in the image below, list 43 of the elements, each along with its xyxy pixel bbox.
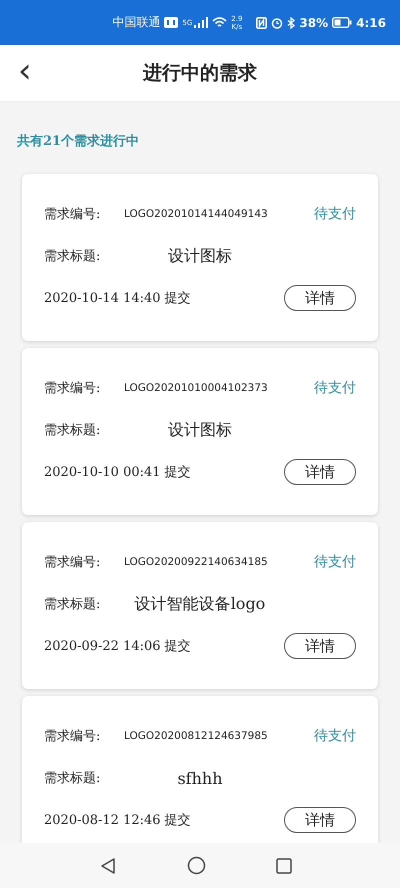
carrier-text: 中国联通 bbox=[112, 14, 160, 31]
submit-time: 2020-10-10 00:41 提交 bbox=[44, 464, 192, 481]
order-status: 待支付 bbox=[314, 553, 356, 571]
page-title: 进行中的需求 bbox=[143, 61, 257, 86]
back-nav-icon[interactable] bbox=[98, 856, 116, 874]
submit-time: 2020-10-14 14:40 提交 bbox=[44, 290, 192, 307]
order-status: 待支付 bbox=[314, 727, 356, 745]
order-title: 设计智能设备logo bbox=[134, 594, 266, 614]
details-button[interactable]: 详情 bbox=[284, 459, 356, 485]
field-label: 需求标题: bbox=[44, 248, 102, 265]
details-button[interactable]: 详情 bbox=[284, 285, 356, 311]
field-label: 需求标题: bbox=[44, 770, 102, 787]
home-nav-icon[interactable] bbox=[186, 856, 206, 875]
back-button[interactable]: ‹ bbox=[12, 53, 38, 89]
order-number: LOGO20201014144049143 bbox=[124, 208, 269, 220]
signal-icon bbox=[194, 17, 208, 28]
details-button[interactable]: 详情 bbox=[284, 633, 356, 659]
wifi-icon bbox=[212, 17, 228, 28]
order-title: 设计图标 bbox=[167, 246, 233, 266]
field-label: 需求编号: bbox=[44, 554, 102, 571]
order-title: 设计图标 bbox=[167, 420, 233, 440]
recents-nav-icon[interactable] bbox=[276, 858, 292, 874]
field-label: 需求编号: bbox=[44, 206, 102, 223]
summary-text: 共有21个需求进行中 bbox=[17, 133, 140, 150]
order-title: sfhhh bbox=[176, 768, 224, 788]
submit-time: 2020-08-12 12:46 提交 bbox=[44, 812, 192, 829]
submit-time: 2020-09-22 14:06 提交 bbox=[44, 638, 192, 655]
bluetooth-icon bbox=[287, 16, 296, 28]
alarm-icon bbox=[271, 16, 284, 28]
battery-icon bbox=[332, 17, 352, 28]
field-label: 需求标题: bbox=[44, 596, 102, 613]
order-number: LOGO20200812124637985 bbox=[124, 730, 269, 742]
clock-text: 4:16 bbox=[356, 16, 386, 30]
field-label: 需求编号: bbox=[44, 728, 102, 745]
nfc-icon bbox=[256, 16, 268, 28]
details-button[interactable]: 详情 bbox=[284, 807, 356, 833]
field-label: 需求标题: bbox=[44, 422, 102, 439]
field-label: 需求编号: bbox=[44, 380, 102, 397]
order-status: 待支付 bbox=[314, 379, 356, 397]
order-status: 待支付 bbox=[314, 205, 356, 223]
order-number: LOGO20201010004102373 bbox=[124, 382, 269, 394]
battery-percent: 38% bbox=[299, 16, 328, 30]
order-number: LOGO20200922140634185 bbox=[124, 556, 269, 568]
